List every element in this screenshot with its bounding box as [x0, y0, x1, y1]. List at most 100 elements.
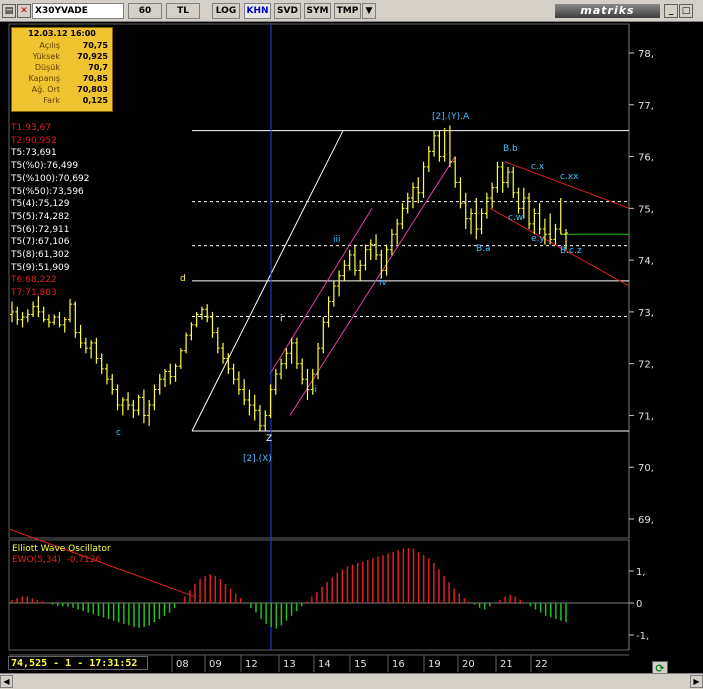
ohlc-bar [416, 177, 421, 204]
ohlc-bar [131, 399, 136, 419]
ohlc-bar [184, 332, 189, 354]
ohlc-bar [453, 156, 458, 188]
ohlc-bar [490, 182, 495, 209]
info-label: Kapanış [28, 74, 60, 83]
ohlc-bar [542, 218, 547, 245]
target-level-label: T5(5):74,282 [11, 211, 70, 222]
wave-label: c.w [508, 213, 523, 223]
ohlc-bar [189, 322, 194, 341]
oscillator-legend: Elliott Wave Oscillator EWO(5,34) -0,712… [12, 544, 111, 566]
wave-label: c [116, 428, 121, 438]
ohlc-bar [495, 161, 500, 193]
info-value: 0,125 [82, 96, 108, 105]
tl-button[interactable]: TL [166, 3, 200, 19]
ohlc-bar [52, 314, 57, 325]
horizontal-scrollbar[interactable]: ◀ ▶ [0, 673, 703, 689]
ohlc-bar [78, 324, 83, 349]
ohlc-bar [484, 192, 489, 219]
info-value: 70,925 [77, 52, 108, 61]
chart-menu-icon[interactable]: ▤ [2, 4, 16, 18]
wave-label: B.b [503, 144, 518, 154]
wave-label: B.c.z [560, 246, 582, 256]
scroll-left-icon[interactable]: ◀ [0, 675, 13, 688]
ohlc-bar [305, 368, 310, 400]
target-level-label: T2:90,952 [11, 135, 57, 146]
ohlc-bar [46, 314, 51, 328]
ohlc-bar [310, 368, 315, 395]
dropdown-arrow-icon[interactable]: ▼ [362, 3, 376, 19]
x-tick-label: 09 [209, 659, 222, 670]
sym-button[interactable]: SYM [304, 3, 331, 19]
y-tick-label: 71, [638, 411, 654, 422]
ohlc-bar [500, 161, 505, 193]
ohlc-bar [548, 213, 553, 245]
wave-label: iv [379, 278, 388, 288]
ohlc-bar [564, 229, 568, 250]
ohlc-bar [152, 384, 157, 411]
wave-label: B.a [476, 244, 491, 254]
ohlc-bar [363, 244, 368, 271]
info-label: Düşük [34, 63, 60, 72]
symbol-field[interactable]: X30YVADE [32, 3, 124, 19]
period-button[interactable]: 60 [128, 3, 162, 19]
ohlc-bar [62, 317, 67, 333]
wave-label: iii [333, 235, 341, 245]
x-tick-label: 19 [428, 659, 441, 670]
khn-button[interactable]: KHN [244, 3, 271, 19]
ohlc-bar [374, 234, 379, 261]
ohlc-bar [316, 342, 321, 380]
info-value: 70,7 [88, 63, 108, 72]
ohlc-bar [210, 311, 215, 338]
ohlc-bar [352, 244, 357, 276]
ohlc-bar [247, 389, 252, 416]
log-button[interactable]: LOG [212, 3, 240, 19]
target-level-label: T5(%0):76,499 [11, 161, 79, 172]
ohlc-bar [479, 208, 484, 235]
ohlc-bar [558, 197, 563, 235]
ohlc-bar [263, 410, 268, 431]
osc-y-tick-label: -1, [636, 631, 649, 642]
ohlc-bar [442, 128, 447, 162]
ohlc-bar [163, 368, 168, 387]
wave-label: [2].(Y).A [432, 112, 470, 122]
ohlc-bar [532, 208, 537, 235]
ohlc-bar [379, 249, 384, 279]
ohlc-bar [221, 342, 226, 364]
ohlc-bar [115, 384, 120, 411]
ohlc-bar [194, 311, 199, 328]
ohlc-bar [410, 182, 415, 209]
info-row-close: Kapanış 70,85 [12, 74, 112, 85]
ohlc-bar [389, 229, 394, 255]
oscillator-series-label: EWO(5,34) [12, 555, 61, 565]
toolbar: ▤ ✕ X30YVADE 60 TL LOG KHN SVD SYM TMP ▼… [0, 0, 703, 22]
ohlc-bar [400, 203, 405, 230]
ohlc-bar [294, 337, 299, 369]
ohlc-info-box: 12.03.12 16:00 Açılış 70,75 Yüksek 70,925 … [11, 27, 113, 112]
minimize-icon[interactable]: _ [664, 4, 678, 18]
ohlc-bar [326, 296, 331, 328]
ohlc-bar [463, 192, 468, 230]
wave-label: ii [312, 385, 317, 395]
ohlc-bar [136, 394, 141, 416]
ohlc-bar [511, 166, 516, 198]
ohlc-bar [268, 384, 273, 419]
ohlc-bar [199, 306, 204, 320]
ohlc-bar [273, 368, 278, 395]
scroll-right-icon[interactable]: ▶ [690, 675, 703, 688]
maximize-icon[interactable]: □ [679, 4, 693, 18]
ohlc-bar [141, 389, 146, 424]
tmp-button[interactable]: TMP [334, 3, 361, 19]
ohlc-bar [25, 309, 30, 323]
brand-logo: matriks [555, 4, 660, 18]
ohlc-bar [126, 392, 131, 411]
close-chart-icon[interactable]: ✕ [17, 4, 31, 18]
ohlc-bar [421, 161, 426, 198]
ohlc-bar [395, 218, 400, 245]
info-row-open: Açılış 70,75 [12, 41, 112, 52]
ohlc-bar [252, 394, 257, 421]
svd-button[interactable]: SVD [274, 3, 301, 19]
ohlc-bar [331, 280, 336, 307]
y-tick-label: 74, [638, 256, 654, 267]
ohlc-bar [89, 340, 94, 359]
y-tick-label: 73, [638, 308, 654, 319]
